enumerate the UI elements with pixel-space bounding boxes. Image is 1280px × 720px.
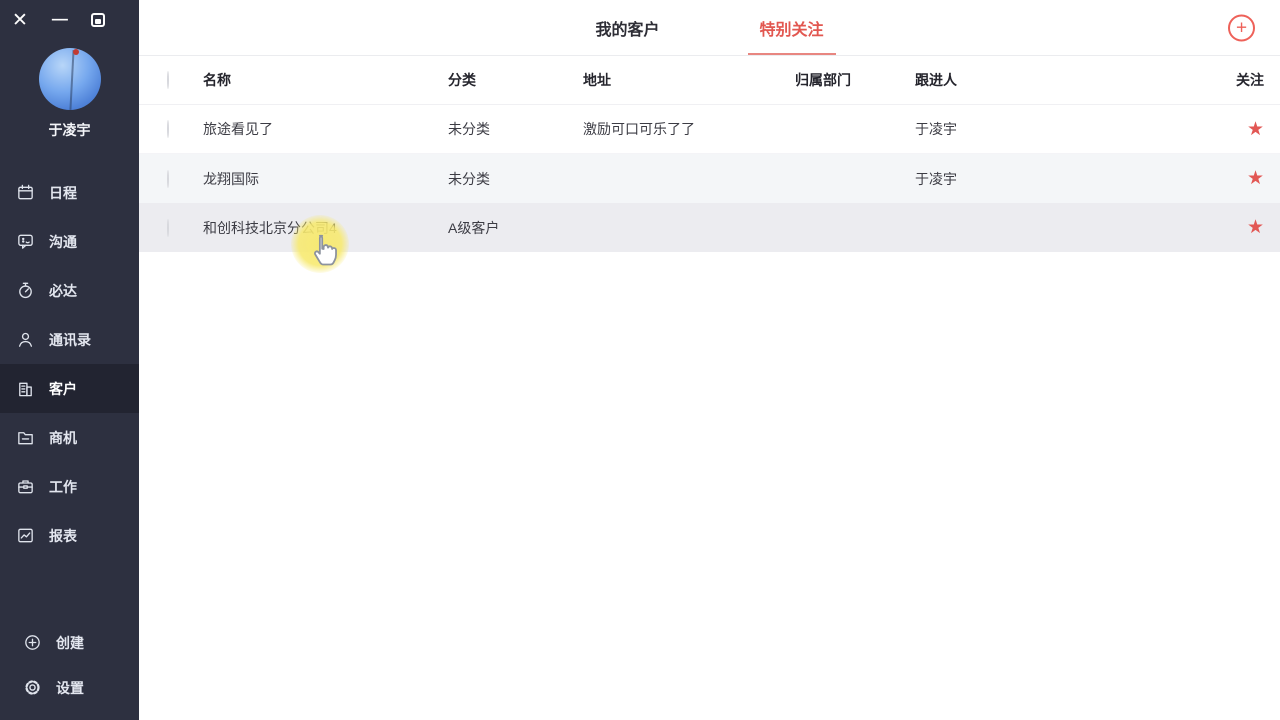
avatar[interactable] — [39, 48, 101, 110]
tab-bar: 我的客户 特别关注 + — [139, 0, 1280, 56]
folder-icon — [16, 428, 35, 447]
cell-follower: 于凌宇 — [915, 119, 1206, 139]
sidebar-item-reports[interactable]: 报表 — [0, 511, 139, 560]
column-header-name[interactable]: 名称 — [203, 70, 448, 90]
sidebar-item-label: 报表 — [49, 526, 77, 546]
briefcase-icon — [16, 477, 35, 496]
sidebar-item-create[interactable]: 创建 — [0, 620, 139, 665]
main-content: 我的客户 特别关注 + 名称 分类 地址 归属部门 跟进人 关注 旅途看见了 未… — [139, 0, 1280, 720]
sidebar-item-label: 沟通 — [49, 232, 77, 252]
tab-special-focus[interactable]: 特别关注 — [748, 0, 836, 55]
cell-name: 旅途看见了 — [203, 119, 448, 139]
row-checkbox[interactable] — [167, 120, 169, 138]
table-row[interactable]: 旅途看见了 未分类 激励可口可乐了了 于凌宇 ★ — [139, 105, 1280, 154]
user-name: 于凌宇 — [0, 120, 139, 140]
cell-address: 激励可口可乐了了 — [583, 119, 795, 139]
sidebar-item-opportunities[interactable]: 商机 — [0, 413, 139, 462]
sidebar-item-label: 必达 — [49, 281, 77, 301]
row-checkbox[interactable] — [167, 219, 169, 237]
sidebar-item-label: 创建 — [56, 633, 84, 653]
cell-name: 龙翔国际 — [203, 169, 448, 189]
gear-icon — [23, 678, 42, 697]
sidebar-item-schedule[interactable]: 日程 — [0, 168, 139, 217]
building-icon — [16, 379, 35, 398]
sidebar-item-customers[interactable]: 客户 — [0, 364, 139, 413]
star-icon[interactable]: ★ — [1247, 168, 1264, 189]
window-controls: ✕ — — [0, 0, 139, 32]
cell-category: 未分类 — [448, 169, 583, 189]
sidebar-item-communication[interactable]: 沟通 — [0, 217, 139, 266]
close-icon[interactable]: ✕ — [12, 11, 28, 30]
cell-follower: 于凌宇 — [915, 169, 1206, 189]
sidebar-nav: 日程 沟通 必达 通讯录 客户 商机 工作 报表 — [0, 168, 139, 560]
sidebar-item-label: 通讯录 — [49, 330, 91, 350]
sidebar: ✕ — 于凌宇 日程 沟通 必达 通讯录 客户 商机 — [0, 0, 139, 720]
table-row[interactable]: 龙翔国际 未分类 于凌宇 ★ — [139, 154, 1280, 203]
column-header-category[interactable]: 分类 — [448, 70, 583, 90]
column-header-follower[interactable]: 跟进人 — [915, 70, 1206, 90]
minimize-icon[interactable]: — — [52, 12, 67, 28]
cell-category: A级客户 — [448, 218, 583, 238]
sidebar-item-label: 工作 — [49, 477, 77, 497]
plus-circle-icon — [23, 633, 42, 652]
column-header-star[interactable]: 关注 — [1206, 70, 1280, 90]
calendar-icon — [16, 183, 35, 202]
sidebar-item-work[interactable]: 工作 — [0, 462, 139, 511]
stopwatch-icon — [16, 281, 35, 300]
chat-icon — [16, 232, 35, 251]
hand-cursor-icon — [306, 231, 342, 267]
star-icon[interactable]: ★ — [1247, 217, 1264, 238]
sidebar-item-label: 日程 — [49, 183, 77, 203]
plus-icon: + — [1236, 18, 1247, 37]
sidebar-item-label: 商机 — [49, 428, 77, 448]
row-checkbox[interactable] — [167, 170, 169, 188]
sidebar-item-label: 设置 — [56, 678, 84, 698]
sidebar-item-label: 客户 — [49, 379, 77, 399]
column-header-address[interactable]: 地址 — [583, 70, 795, 90]
column-header-department[interactable]: 归属部门 — [795, 70, 915, 90]
chart-icon — [16, 526, 35, 545]
maximize-icon[interactable] — [91, 13, 105, 27]
add-customer-button[interactable]: + — [1228, 14, 1255, 41]
select-all-checkbox[interactable] — [167, 71, 169, 89]
sidebar-item-contacts[interactable]: 通讯录 — [0, 315, 139, 364]
cell-category: 未分类 — [448, 119, 583, 139]
table-header-row: 名称 分类 地址 归属部门 跟进人 关注 — [139, 56, 1280, 105]
star-icon[interactable]: ★ — [1247, 119, 1264, 140]
tab-my-customers[interactable]: 我的客户 — [583, 0, 671, 55]
sidebar-footer: 创建 设置 — [0, 620, 139, 710]
sidebar-item-reminder[interactable]: 必达 — [0, 266, 139, 315]
sidebar-item-settings[interactable]: 设置 — [0, 665, 139, 710]
contacts-icon — [16, 330, 35, 349]
